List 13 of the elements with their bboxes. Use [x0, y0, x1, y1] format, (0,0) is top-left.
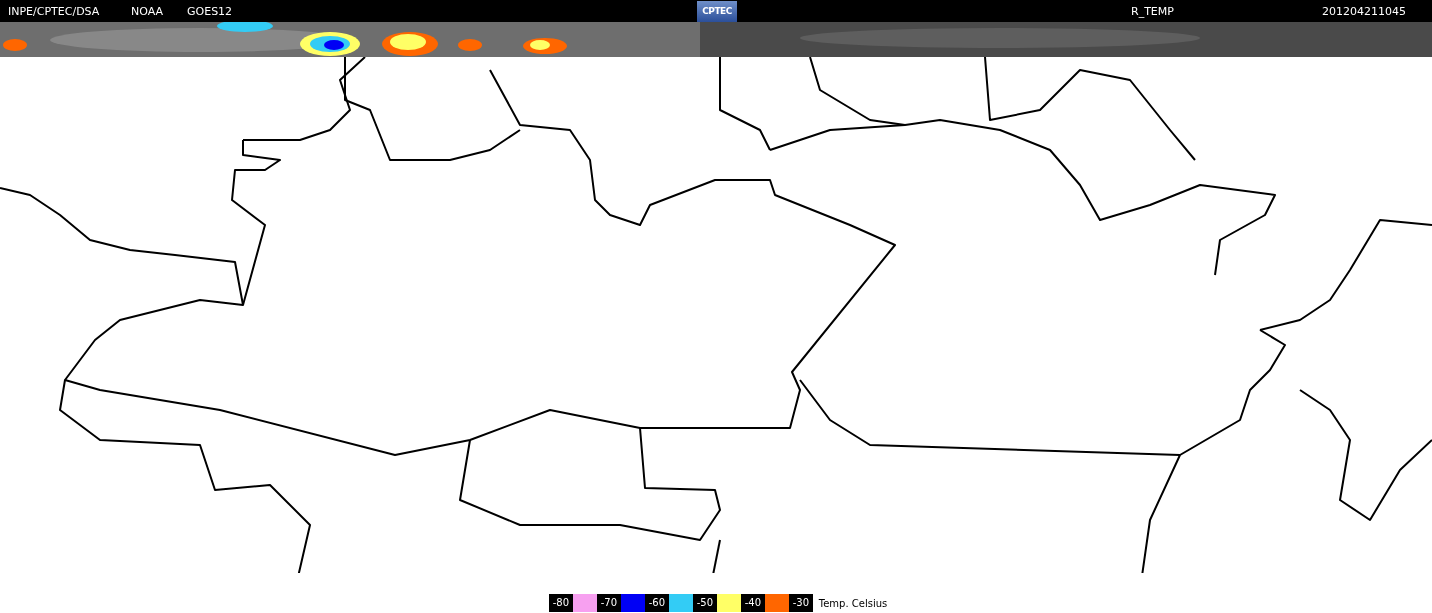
- legend-label: -60: [644, 594, 669, 612]
- source-label: INPE/CPTEC/DSA: [8, 4, 101, 18]
- legend-label: -80: [548, 594, 573, 612]
- timestamp-label: 201204211045: [1322, 4, 1407, 18]
- legend-label: -40: [740, 594, 765, 612]
- legend-label: -30: [788, 594, 813, 612]
- agency-label: NOAA: [131, 4, 165, 18]
- satellite-label: GOES12: [187, 4, 234, 18]
- product-label: R_TEMP: [1131, 4, 1175, 18]
- legend-label: -50: [692, 594, 717, 612]
- logo: CPTEC: [697, 0, 737, 22]
- legend-label: -70: [596, 594, 621, 612]
- legend-unit-label: Temp. Celsius: [818, 597, 888, 609]
